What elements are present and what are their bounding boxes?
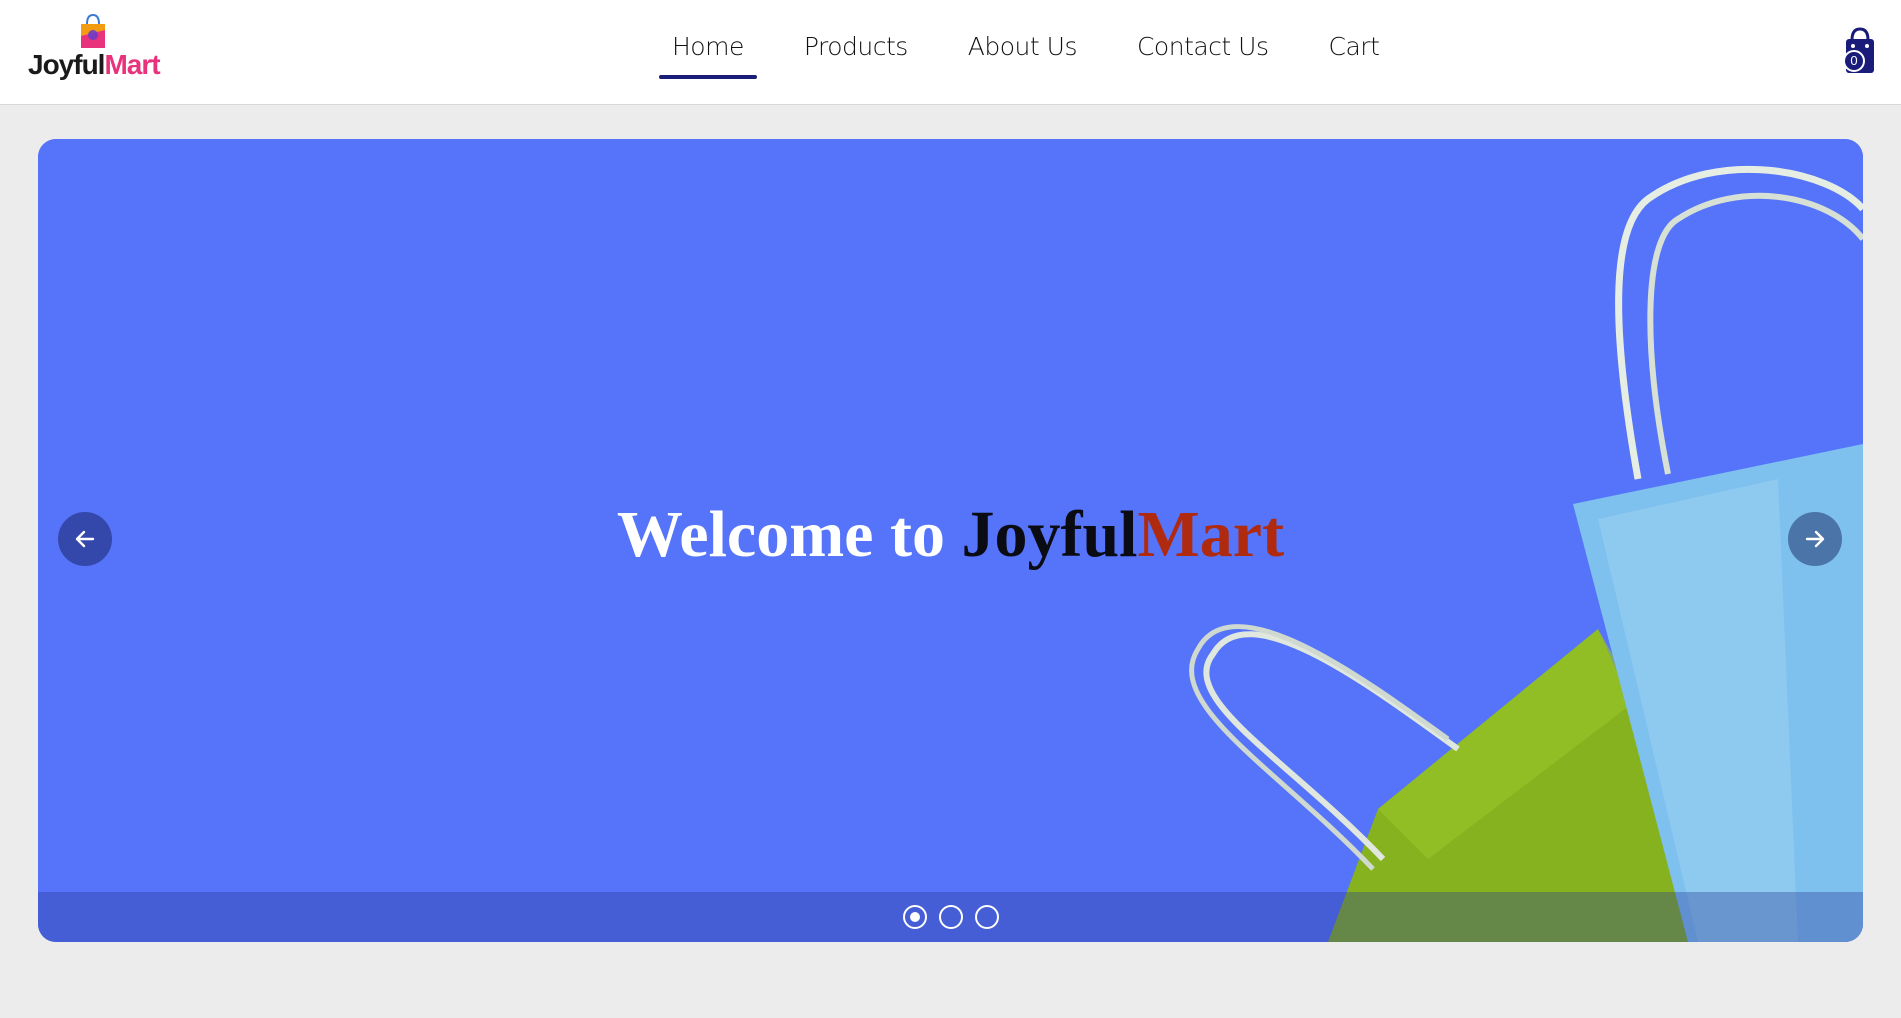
arrow-right-icon bbox=[1805, 530, 1825, 548]
hero-title-joyful: Joyful bbox=[961, 498, 1138, 571]
nav-home[interactable]: Home bbox=[659, 0, 757, 105]
nav-contact-us[interactable]: Contact Us bbox=[1137, 0, 1269, 105]
carousel-dot-2[interactable] bbox=[938, 905, 963, 929]
carousel-prev-button[interactable] bbox=[58, 512, 112, 566]
arrow-left-icon bbox=[75, 530, 95, 548]
carousel-dot-1[interactable] bbox=[902, 905, 927, 929]
brand-name-part2: Mart bbox=[104, 49, 160, 80]
nav-products[interactable]: Products bbox=[804, 0, 908, 105]
hero-carousel: Welcome to JoyfulMart bbox=[38, 139, 1863, 942]
brand-name-part1: Joyful bbox=[28, 49, 105, 80]
carousel-dot-3[interactable] bbox=[974, 905, 999, 929]
nav-about-us[interactable]: About Us bbox=[968, 0, 1078, 105]
site-header: JoyfulMart Home Products About Us Contac… bbox=[0, 0, 1901, 105]
hero-title-welcome: Welcome to bbox=[616, 498, 962, 571]
brand-logo[interactable]: JoyfulMart bbox=[28, 14, 161, 84]
cart-count-badge: 0 bbox=[1843, 50, 1865, 72]
nav-cart[interactable]: Cart bbox=[1329, 0, 1380, 105]
shopping-bag-logo-icon bbox=[81, 14, 105, 48]
cart-button[interactable]: 0 bbox=[1838, 26, 1882, 76]
hero-title-mart: Mart bbox=[1137, 498, 1285, 571]
carousel-next-button[interactable] bbox=[1788, 512, 1842, 566]
hero-title: Welcome to JoyfulMart bbox=[38, 497, 1863, 573]
brand-name: JoyfulMart bbox=[28, 49, 161, 81]
carousel-indicators bbox=[38, 892, 1863, 942]
main-nav: Home Products About Us Contact Us Cart bbox=[659, 0, 1439, 105]
